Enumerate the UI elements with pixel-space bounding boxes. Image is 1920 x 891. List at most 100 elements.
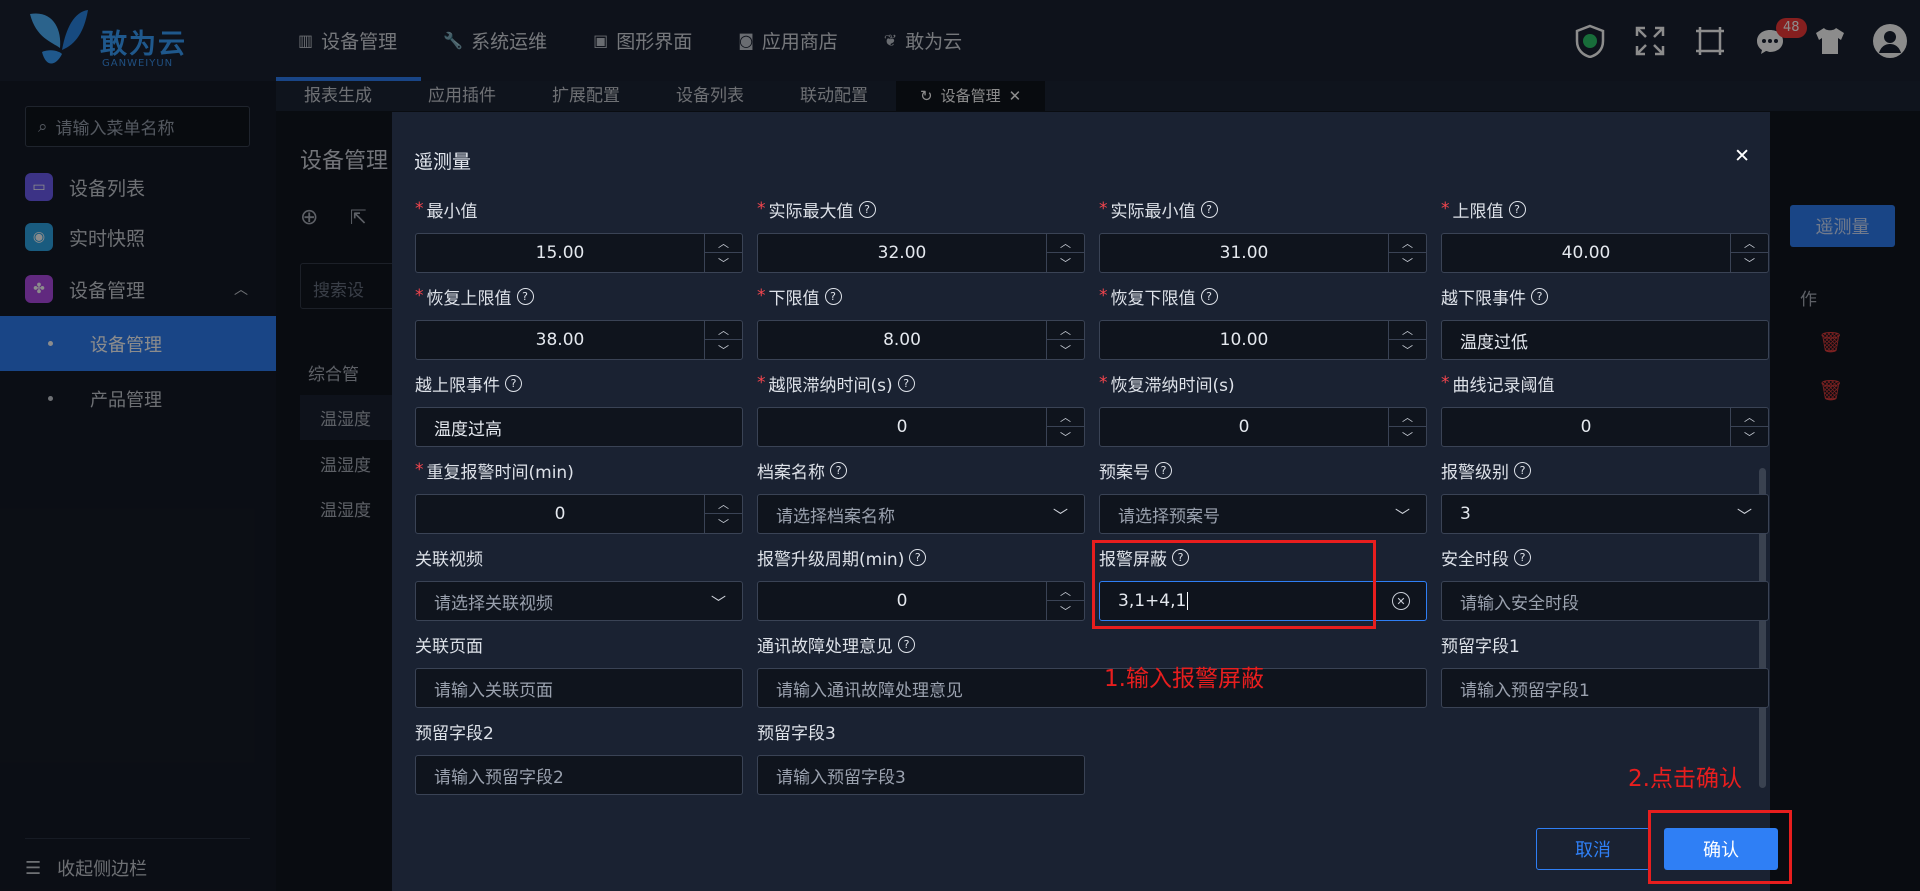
field-archive: 档案名称? 请选择档案名称 ﹀ <box>757 458 1085 534</box>
help-icon[interactable]: ? <box>1200 200 1218 218</box>
reserve1-input[interactable]: 请输入预留字段1 <box>1441 668 1769 708</box>
field-actual-min: * 实际最小值? 31.00 ︿ ﹀ <box>1099 197 1427 273</box>
chevron-up-icon: ︿ <box>1731 234 1768 253</box>
plan-select[interactable]: 请选择预案号 ﹀ <box>1099 494 1427 534</box>
stepper[interactable]: ︿ ﹀ <box>1046 321 1084 359</box>
field-min: * 最小值 15.00 ︿ ﹀ <box>415 197 743 273</box>
stepper[interactable]: ︿ ﹀ <box>1046 234 1084 272</box>
chevron-up-icon: ︿ <box>705 321 742 340</box>
stepper[interactable]: ︿ ﹀ <box>1046 582 1084 620</box>
field-label: 关联页面 <box>415 636 483 657</box>
safe-period-input[interactable]: 请输入安全时段 <box>1441 581 1769 621</box>
field-label: 实际最大值 <box>768 201 854 222</box>
chevron-up-icon: ︿ <box>1047 321 1084 340</box>
chevron-down-icon: ﹀ <box>1736 507 1752 525</box>
close-icon[interactable]: ✕ <box>1734 145 1750 167</box>
help-icon[interactable]: ? <box>1514 461 1531 479</box>
field-label: 下限值 <box>768 288 820 309</box>
field-label: 预留字段2 <box>415 723 494 744</box>
stepper[interactable]: ︿ ﹀ <box>1388 408 1426 446</box>
video-select[interactable]: 请选择关联视频 ﹀ <box>415 581 743 621</box>
field-label: 恢复滞纳时间(s) <box>1110 375 1235 396</box>
help-icon[interactable]: ? <box>1200 287 1218 305</box>
field-label: 通讯故障处理意见 <box>757 636 893 657</box>
repeat-alarm-input[interactable]: 0 ︿ ﹀ <box>415 494 743 534</box>
upgrade-period-input[interactable]: 0 ︿ ﹀ <box>757 581 1085 621</box>
field-plan: 预案号? 请选择预案号 ﹀ <box>1099 458 1427 534</box>
archive-select[interactable]: 请选择档案名称 ﹀ <box>757 494 1085 534</box>
actual-max-input[interactable]: 32.00 ︿ ﹀ <box>757 233 1085 273</box>
field-restore-upper: * 恢复上限值? 38.00 ︿ ﹀ <box>415 284 743 360</box>
stepper[interactable]: ︿ ﹀ <box>704 495 742 533</box>
stepper[interactable]: ︿ ﹀ <box>1388 234 1426 272</box>
field-label: 档案名称 <box>757 462 825 483</box>
field-label: 越下限事件 <box>1441 288 1526 309</box>
chevron-down-icon: ﹀ <box>1060 256 1071 270</box>
field-page: 关联页面 请输入关联页面 <box>415 632 743 708</box>
help-icon[interactable]: ? <box>858 200 876 218</box>
field-label: 实际最小值 <box>1110 201 1196 222</box>
help-icon[interactable]: ? <box>516 287 534 305</box>
chevron-up-icon: ︿ <box>1047 234 1084 253</box>
help-icon[interactable]: ? <box>909 548 927 566</box>
restore-delay-input[interactable]: 0 ︿ ﹀ <box>1099 407 1427 447</box>
clear-icon[interactable]: ✕ <box>1392 592 1410 610</box>
field-repeat-alarm: * 重复报警时间(min) 0 ︿ ﹀ <box>415 458 743 534</box>
actual-min-input[interactable]: 31.00 ︿ ﹀ <box>1099 233 1427 273</box>
reserve2-input[interactable]: 请输入预留字段2 <box>415 755 743 795</box>
help-icon[interactable]: ? <box>1155 461 1172 479</box>
chevron-down-icon: ﹀ <box>1402 430 1413 444</box>
stepper[interactable]: ︿ ﹀ <box>1730 408 1768 446</box>
restore-upper-input[interactable]: 38.00 ︿ ﹀ <box>415 320 743 360</box>
field-actual-max: * 实际最大值? 32.00 ︿ ﹀ <box>757 197 1085 273</box>
field-upgrade-period: 报警升级周期(min)? 0 ︿ ﹀ <box>757 545 1085 621</box>
fault-opinion-input[interactable]: 请输入通讯故障处理意见 <box>757 668 1427 708</box>
annotation-highlight-confirm <box>1648 810 1792 884</box>
field-label: 恢复上限值 <box>426 288 512 309</box>
field-reserve2: 预留字段2 请输入预留字段2 <box>415 719 743 795</box>
chevron-up-icon: ︿ <box>705 495 742 514</box>
lower-event-input[interactable]: 温度过低 <box>1441 320 1769 360</box>
lower-input[interactable]: 8.00 ︿ ﹀ <box>757 320 1085 360</box>
help-icon[interactable]: ? <box>898 635 915 653</box>
help-icon[interactable]: ? <box>505 374 522 392</box>
upper-input[interactable]: 40.00 ︿ ﹀ <box>1441 233 1769 273</box>
field-restore-delay: * 恢复滞纳时间(s) 0 ︿ ﹀ <box>1099 371 1427 447</box>
field-alarm-level: 报警级别? 3 ﹀ <box>1441 458 1769 534</box>
field-restore-lower: * 恢复下限值? 10.00 ︿ ﹀ <box>1099 284 1427 360</box>
stepper[interactable]: ︿ ﹀ <box>704 321 742 359</box>
curve-threshold-input[interactable]: 0 ︿ ﹀ <box>1441 407 1769 447</box>
cancel-button[interactable]: 取消 <box>1536 828 1650 870</box>
min-input[interactable]: 15.00 ︿ ﹀ <box>415 233 743 273</box>
help-icon[interactable]: ? <box>1531 287 1548 305</box>
annotation-highlight-alarm-mask <box>1092 540 1376 629</box>
alarm-level-select[interactable]: 3 ﹀ <box>1441 494 1769 534</box>
annotation-step2: 2.点击确认 <box>1628 766 1742 792</box>
stepper[interactable]: ︿ ﹀ <box>704 234 742 272</box>
stepper[interactable]: ︿ ﹀ <box>1046 408 1084 446</box>
limit-delay-input[interactable]: 0 ︿ ﹀ <box>757 407 1085 447</box>
help-icon[interactable]: ? <box>1508 200 1526 218</box>
help-icon[interactable]: ? <box>824 287 842 305</box>
field-lower: * 下限值? 8.00 ︿ ﹀ <box>757 284 1085 360</box>
help-icon[interactable]: ? <box>1514 548 1531 566</box>
field-label: 关联视频 <box>415 549 483 570</box>
telemetry-dialog: 遥测量 ✕ * 最小值 15.00 ︿ ﹀ * 实际最大值? 32.00 ︿ ﹀ * 实际最小… <box>392 112 1778 891</box>
restore-lower-input[interactable]: 10.00 ︿ ﹀ <box>1099 320 1427 360</box>
chevron-down-icon: ﹀ <box>1060 343 1071 357</box>
dialog-title: 遥测量 <box>414 151 472 173</box>
reserve3-input[interactable]: 请输入预留字段3 <box>757 755 1085 795</box>
chevron-down-icon: ﹀ <box>718 517 729 531</box>
stepper[interactable]: ︿ ﹀ <box>1730 234 1768 272</box>
help-icon[interactable]: ? <box>897 374 915 392</box>
stepper[interactable]: ︿ ﹀ <box>1388 321 1426 359</box>
page-input[interactable]: 请输入关联页面 <box>415 668 743 708</box>
chevron-down-icon: ﹀ <box>1744 430 1755 444</box>
field-fault-opinion: 通讯故障处理意见? 请输入通讯故障处理意见 <box>757 632 1427 708</box>
upper-event-input[interactable]: 温度过高 <box>415 407 743 447</box>
chevron-up-icon: ︿ <box>1389 408 1426 427</box>
help-icon[interactable]: ? <box>830 461 847 479</box>
chevron-up-icon: ︿ <box>1389 234 1426 253</box>
chevron-up-icon: ︿ <box>1731 408 1768 427</box>
annotation-step1: 1.输入报警屏蔽 <box>1104 666 1264 692</box>
